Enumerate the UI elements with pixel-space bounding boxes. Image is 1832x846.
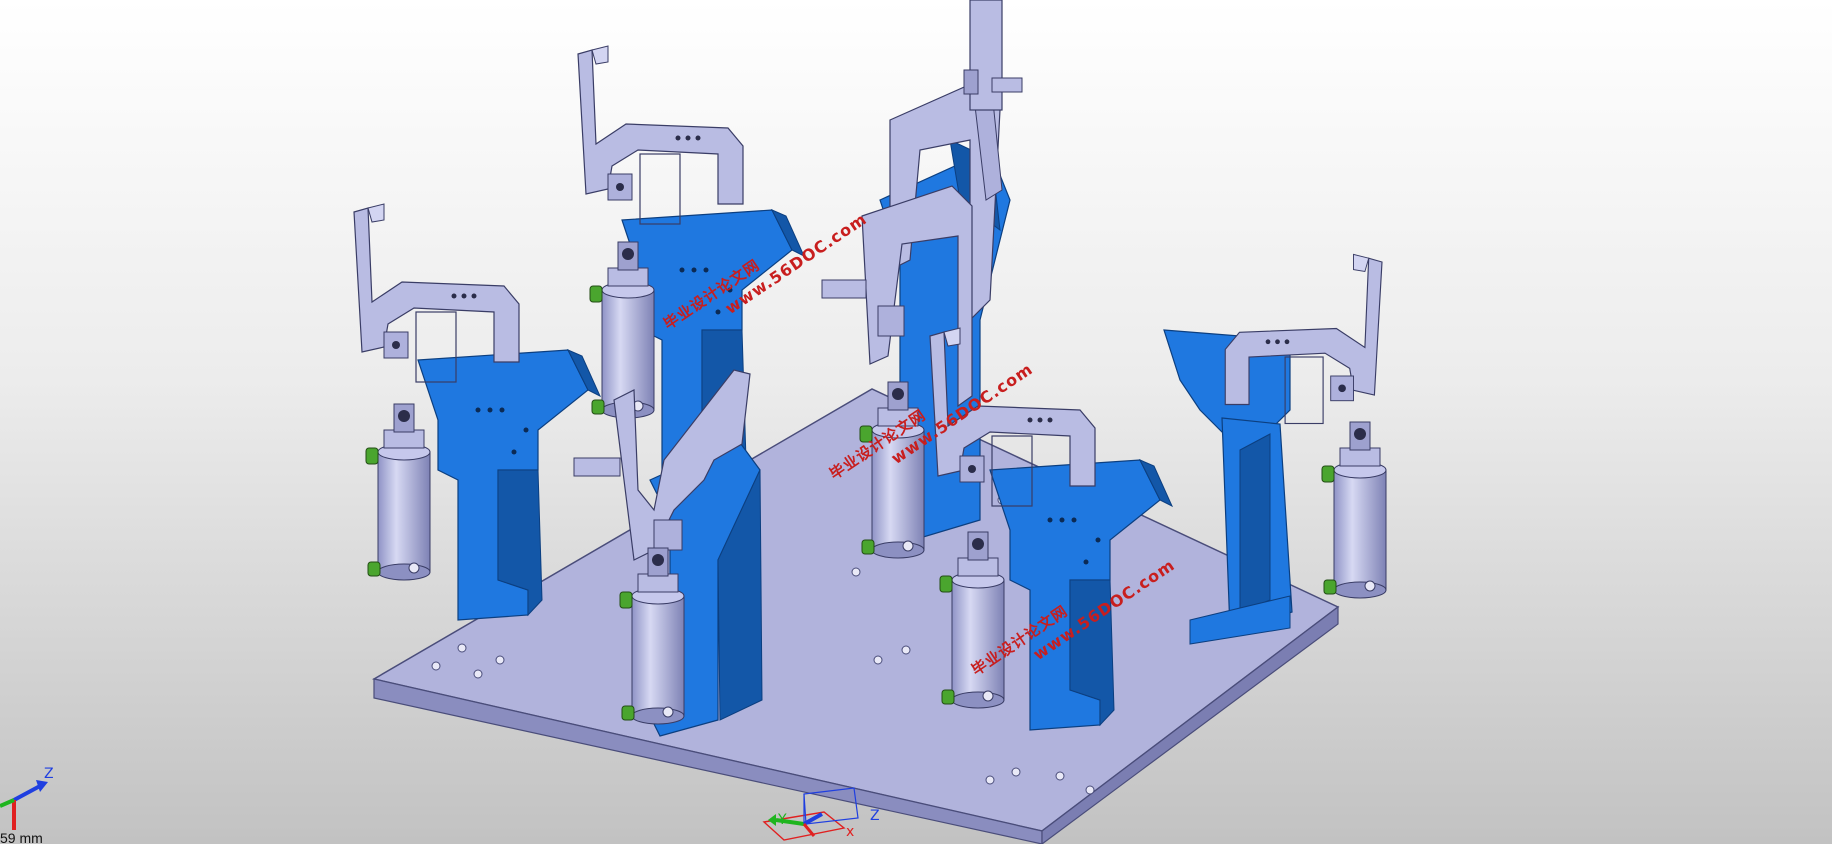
cad-viewport[interactable]: 毕业设计论文网 www.56DOC.com 毕业设计论文网 www.56DOC.…: [0, 0, 1832, 846]
fixture-back-left[interactable]: [577, 45, 805, 481]
fixture-left[interactable]: [353, 203, 601, 621]
model-scene[interactable]: 毕业设计论文网 www.56DOC.com 毕业设计论文网 www.56DOC.…: [0, 0, 1832, 844]
compass-z-label: Z: [870, 808, 880, 824]
compass-y-label: Y: [777, 812, 787, 828]
axis-triad-icon: Z: [0, 766, 54, 830]
triad-z-label: Z: [44, 766, 54, 782]
compass-x-label: x: [846, 824, 854, 840]
